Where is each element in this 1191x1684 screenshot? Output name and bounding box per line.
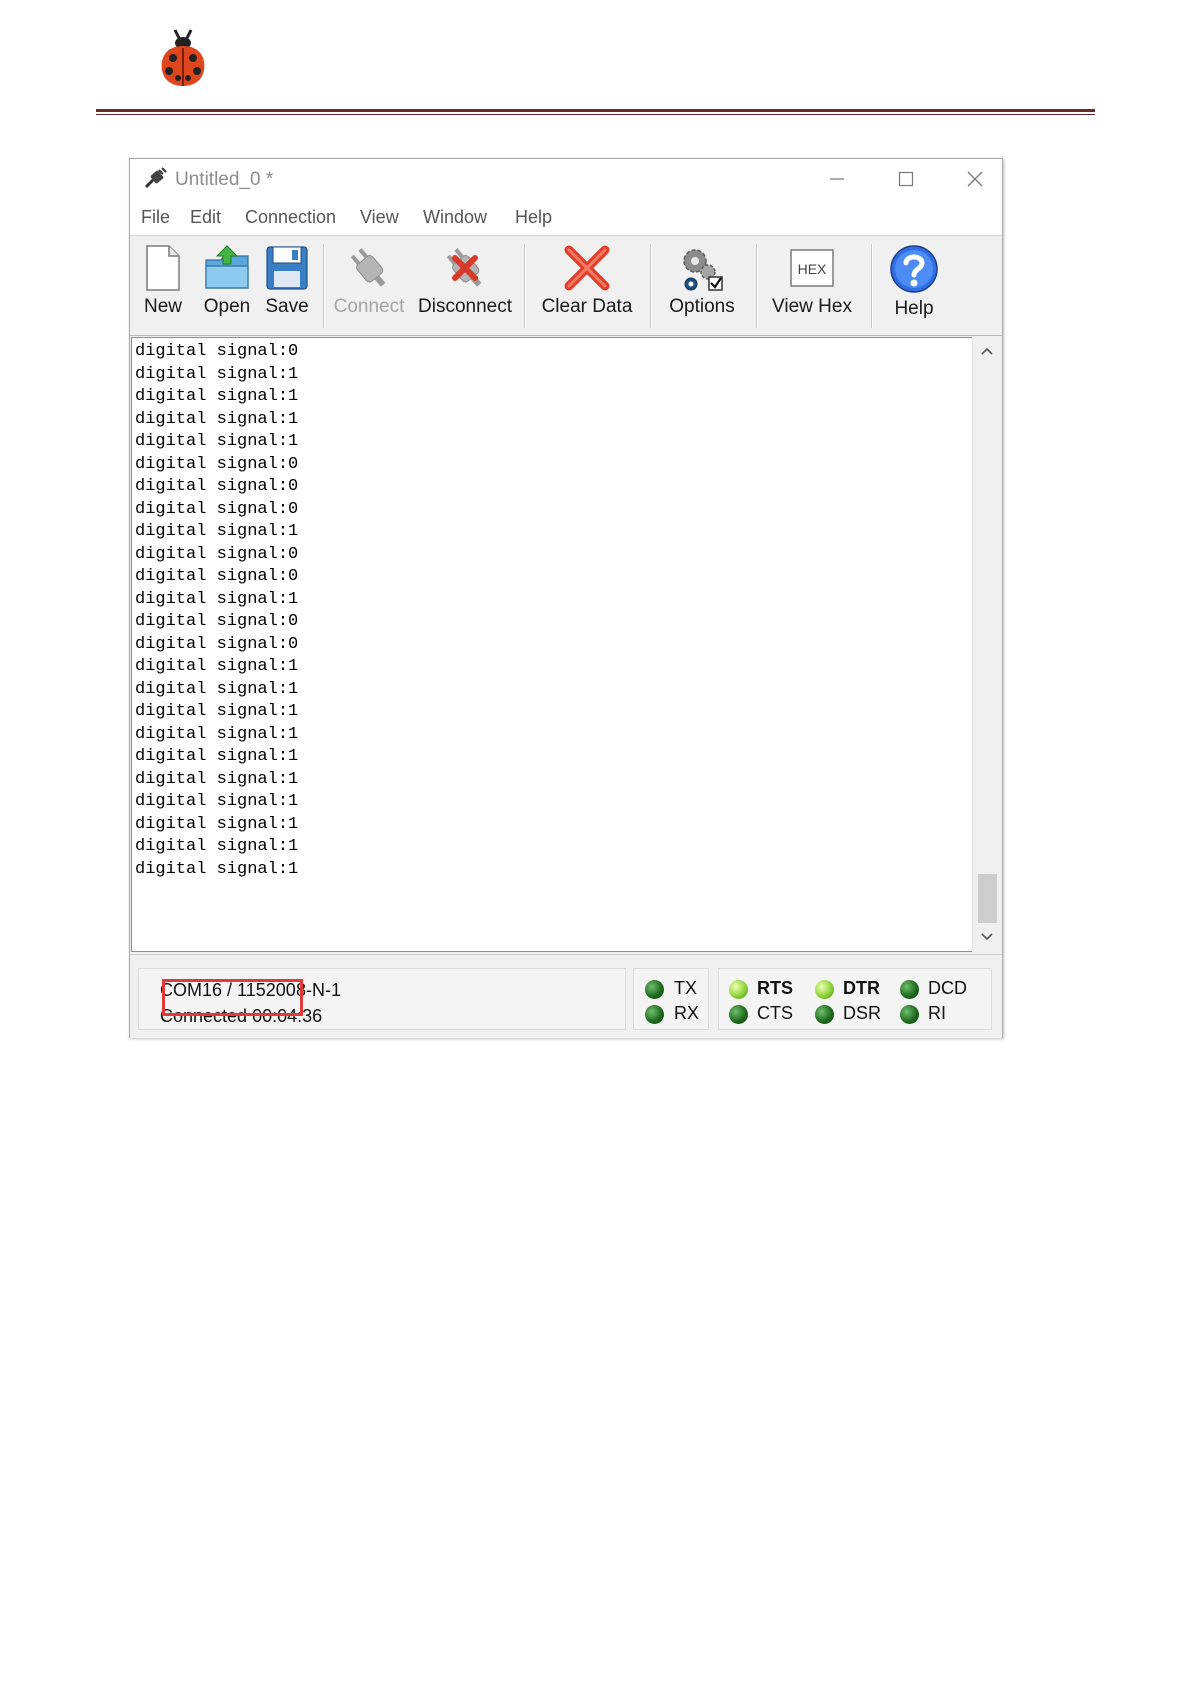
connect-plug-icon: [350, 248, 386, 287]
window-title: Untitled_0 *: [175, 169, 274, 190]
clear-x-icon: [564, 245, 610, 291]
terminal-line: digital signal:1: [135, 770, 299, 789]
terminal-line: digital signal:0: [135, 635, 299, 654]
terminal-line: digital signal:1: [135, 792, 299, 811]
clear-data-button[interactable]: Clear Data: [525, 236, 649, 335]
scrollbar-thumb[interactable]: [978, 874, 997, 923]
dcd-label: DCD: [928, 978, 967, 998]
maximize-icon: [898, 171, 914, 187]
save-label: Save: [265, 296, 309, 317]
terminal-line: digital signal:1: [135, 410, 299, 429]
terminal-line: digital signal:1: [135, 837, 299, 856]
terminal-line: digital signal:1: [135, 590, 299, 609]
dsr-led-icon: [815, 1005, 834, 1024]
save-disk-icon: [266, 246, 308, 290]
line-state-panel: RTS CTS DTR DSR DCD RI: [718, 968, 992, 1030]
terminal-line: digital signal:0: [135, 455, 299, 474]
dtr-led-icon[interactable]: [815, 980, 834, 999]
dtr-label: DTR: [843, 978, 880, 998]
terminal-line: digital signal:0: [135, 612, 299, 631]
rx-label: RX: [674, 1003, 700, 1023]
terminal-line: digital signal:0: [135, 500, 299, 519]
options-gears-icon: [683, 249, 723, 291]
connect-button[interactable]: Connect: [323, 236, 415, 335]
menu-file[interactable]: File: [141, 207, 170, 228]
menu-connection[interactable]: Connection: [245, 207, 336, 228]
ri-label: RI: [928, 1003, 946, 1023]
options-button[interactable]: Options: [651, 236, 753, 335]
rts-label: RTS: [757, 978, 793, 998]
menu-view[interactable]: View: [360, 207, 399, 228]
hex-icon: HEX: [790, 249, 834, 287]
scroll-up-icon[interactable]: [979, 343, 995, 359]
terminal-line: digital signal:1: [135, 365, 299, 384]
cts-led-icon: [729, 1005, 748, 1024]
toolbar: New Open Save Connect Disconnect Clear D…: [130, 236, 1002, 336]
disconnect-plug-icon: [446, 248, 482, 287]
rx-led-icon: [645, 1005, 664, 1024]
options-label: Options: [669, 296, 735, 317]
dcd-led-icon: [900, 980, 919, 999]
menu-help[interactable]: Help: [515, 207, 552, 228]
new-label: New: [143, 296, 182, 317]
terminal-line: digital signal:1: [135, 657, 299, 676]
header-rule-thin: [96, 114, 1095, 115]
help-label: Help: [894, 298, 934, 319]
connection-status-panel: COM16 / 115200 8-N-1 Connected 00:04:36: [138, 968, 626, 1030]
new-document-icon: [146, 245, 180, 291]
menu-bar: File Edit Connection View Window Help: [130, 199, 1002, 236]
disconnect-button[interactable]: Disconnect: [410, 236, 520, 335]
hex-icon-text: HEX: [798, 261, 827, 277]
save-button[interactable]: Save: [254, 236, 320, 335]
terminal-line: digital signal:0: [135, 342, 299, 361]
menu-edit[interactable]: Edit: [190, 207, 221, 228]
plug-app-icon: [144, 167, 167, 189]
terminal-line: digital signal:1: [135, 860, 299, 879]
title-bar[interactable]: Untitled_0 *: [130, 159, 1002, 199]
ladybug-logo-icon: [161, 29, 205, 86]
close-button[interactable]: [952, 163, 998, 195]
view-hex-label: View Hex: [772, 296, 852, 317]
terminal-line: digital signal:0: [135, 567, 299, 586]
open-button[interactable]: Open: [192, 236, 262, 335]
tx-label: TX: [674, 978, 698, 998]
maximize-button[interactable]: [883, 163, 929, 195]
dsr-label: DSR: [843, 1003, 882, 1023]
open-folder-icon: [205, 245, 249, 289]
terminal-line: digital signal:1: [135, 747, 299, 766]
rts-led-icon[interactable]: [729, 980, 748, 999]
cts-label: CTS: [757, 1003, 793, 1023]
terminal-line: digital signal:1: [135, 725, 299, 744]
terminal-line: digital signal:1: [135, 432, 299, 451]
txrx-panel: TX RX: [633, 968, 709, 1030]
terminal-line: digital signal:1: [135, 815, 299, 834]
terminal-line: digital signal:1: [135, 680, 299, 699]
close-icon: [967, 171, 983, 187]
terminal-line: digital signal:0: [135, 477, 299, 496]
disconnect-label: Disconnect: [418, 296, 512, 317]
scroll-down-icon[interactable]: [979, 929, 995, 945]
open-label: Open: [203, 296, 251, 317]
coolterm-window: Untitled_0 * File Edit Connection View W…: [129, 158, 1003, 1038]
header-rule: [96, 109, 1095, 112]
terminal-line: digital signal:0: [135, 545, 299, 564]
menu-window[interactable]: Window: [423, 207, 487, 228]
clear-data-label: Clear Data: [541, 296, 633, 317]
new-button[interactable]: New: [131, 236, 195, 335]
port-baud-highlight-box: [162, 979, 303, 1016]
status-bar: COM16 / 115200 8-N-1 Connected 00:04:36 …: [130, 954, 1002, 1038]
minimize-button[interactable]: [814, 163, 860, 195]
help-question-icon: [890, 245, 938, 293]
terminal-line: digital signal:1: [135, 387, 299, 406]
connect-label: Connect: [333, 296, 405, 317]
terminal-line: digital signal:1: [135, 702, 299, 721]
minimize-icon: [830, 178, 844, 180]
view-hex-button[interactable]: HEX View Hex: [757, 236, 867, 335]
vertical-scrollbar[interactable]: [972, 337, 1002, 952]
terminal-output[interactable]: digital signal:0 digital signal:1 digita…: [131, 337, 972, 952]
tx-led-icon: [645, 980, 664, 999]
help-button[interactable]: Help: [872, 236, 956, 335]
terminal-line: digital signal:1: [135, 522, 299, 541]
ri-led-icon: [900, 1005, 919, 1024]
